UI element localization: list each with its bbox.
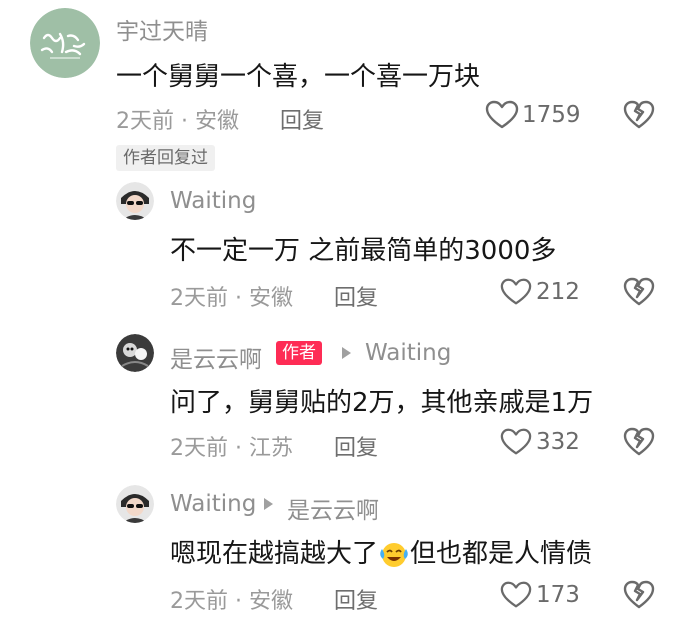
heart-outline-icon[interactable] (485, 100, 519, 130)
avatar[interactable] (30, 8, 100, 78)
author-replied-tag: 作者回复过 (116, 145, 215, 171)
reply-button[interactable]: 回复 (334, 430, 378, 462)
laughing-crying-emoji-icon (380, 543, 408, 567)
reply-to-arrow-icon (264, 498, 273, 510)
reply-to-username[interactable]: Waiting (365, 340, 451, 366)
broken-heart-icon[interactable] (623, 100, 655, 130)
reply-text-part: 但也都是人情债 (410, 539, 593, 569)
avatar[interactable] (116, 182, 154, 220)
reply-time-location: 2天前 · 安徽 (170, 589, 293, 614)
like-count: 332 (536, 429, 580, 455)
comment-time-location: 2天前 · 安徽 (116, 109, 239, 134)
avatar[interactable] (116, 334, 154, 372)
reply-to-username[interactable]: 是云云啊 (287, 491, 379, 525)
broken-heart-icon[interactable] (623, 277, 655, 307)
comment-text: 一个舅舅一个喜，一个喜一万块 (116, 62, 481, 92)
reply-text: 问了，舅舅贴的2万，其他亲戚是1万 (170, 388, 594, 418)
comment-username[interactable]: 宇过天晴 (116, 12, 208, 46)
reply-time-location: 2天前 · 江苏 (170, 436, 293, 461)
broken-heart-icon[interactable] (623, 580, 655, 610)
like-count: 173 (536, 582, 580, 608)
reply-username[interactable]: 是云云啊 (170, 340, 262, 374)
heart-outline-icon[interactable] (500, 580, 532, 610)
reply-to-arrow-icon (342, 347, 351, 359)
reply-button[interactable]: 回复 (280, 103, 324, 135)
heart-outline-icon[interactable] (500, 277, 532, 307)
reply-text-part: 嗯现在越搞越大了 (170, 539, 379, 569)
like-count: 1759 (522, 102, 581, 128)
reply-username[interactable]: Waiting (170, 188, 256, 214)
reply-time-location: 2天前 · 安徽 (170, 286, 293, 311)
broken-heart-icon[interactable] (623, 427, 655, 457)
reply-button[interactable]: 回复 (334, 583, 378, 615)
reply-text: 嗯现在越搞越大了 但也都是人情债 (170, 533, 592, 570)
reply-username[interactable]: Waiting (170, 491, 256, 517)
like-count: 212 (536, 279, 580, 305)
author-badge: 作者 (276, 341, 322, 365)
avatar[interactable] (116, 485, 154, 523)
heart-outline-icon[interactable] (500, 427, 532, 457)
reply-button[interactable]: 回复 (334, 280, 378, 312)
reply-text: 不一定一万 之前最简单的3000多 (170, 236, 557, 266)
